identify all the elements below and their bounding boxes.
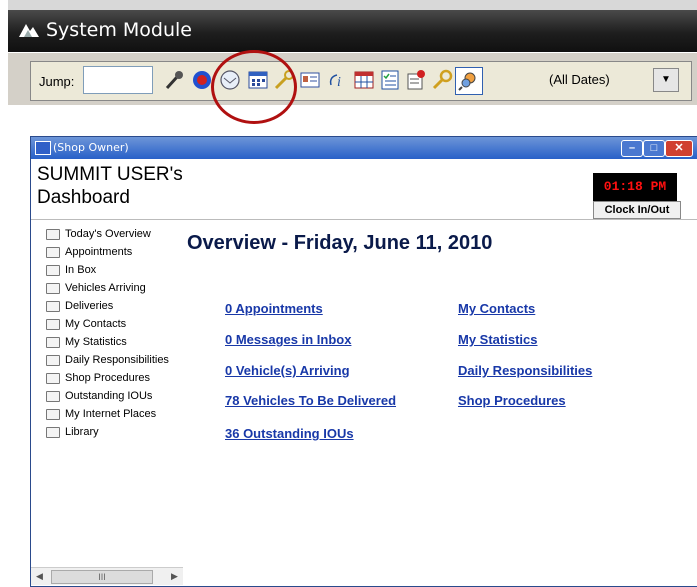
sidebar-item-label: Shop Procedures [65,372,150,384]
background-strip [8,0,697,10]
link-daily-responsibilities[interactable]: Daily Responsibilities [458,363,592,378]
dashboard-window: (Shop Owner) – □ ✕ SUMMIT USER's Dashboa… [30,136,697,587]
sidebar-item-vehicles-arriving[interactable]: Vehicles Arriving [46,279,146,297]
dashboard-title: SUMMIT USER's Dashboard [37,163,183,209]
sidebar-item-deliveries[interactable]: Deliveries [46,297,113,315]
folder-icon [46,282,60,294]
sidebar-item-appointments[interactable]: Appointments [46,243,132,261]
link-vehicles-arriving[interactable]: 0 Vehicle(s) Arriving [225,363,350,378]
sidebar-item-label: My Internet Places [65,408,157,420]
scroll-right-icon[interactable]: ▶ [171,571,178,582]
card-icon[interactable] [297,67,323,93]
chevron-down-icon[interactable]: ▼ [653,68,679,92]
sidebar-item-label: In Box [65,264,97,276]
minimize-icon[interactable]: – [621,140,643,157]
folder-icon [46,408,60,420]
maximize-icon[interactable]: □ [643,140,665,157]
sidebar-item-todays-overview[interactable]: Today's Overview [46,225,151,243]
svg-text:i: i [337,75,341,90]
sidebar-item-label: Today's Overview [65,228,151,240]
info-icon[interactable]: i [325,67,351,93]
jump-input[interactable] [83,66,153,94]
scroll-left-icon[interactable]: ◀ [36,571,43,582]
sidebar-item-label: Outstanding IOUs [65,390,153,402]
link-vehicles-delivered[interactable]: 78 Vehicles To Be Delivered [225,393,396,408]
close-icon[interactable]: ✕ [665,140,693,157]
sidebar-item-my-internet-places[interactable]: My Internet Places [46,405,156,423]
app-title: System Module [46,19,192,41]
folder-icon [46,246,60,258]
notepad-icon[interactable] [403,67,429,93]
sidebar-item-my-statistics[interactable]: My Statistics [46,333,127,351]
dashboard-title-line1: SUMMIT USER's [37,164,183,185]
sidebar-item-my-contacts[interactable]: My Contacts [46,315,126,333]
folder-icon [46,300,60,312]
link-shop-procedures[interactable]: Shop Procedures [458,393,566,408]
sidebar-item-label: Library [65,426,99,438]
folder-icon [46,372,60,384]
sidebar-item-label: Vehicles Arriving [65,282,146,294]
search-icon[interactable] [455,67,483,95]
folder-icon [46,336,60,348]
folder-icon [46,390,60,402]
sidebar-item-label: Appointments [65,246,133,258]
folder-icon [46,264,60,276]
sidebar-item-in-box[interactable]: In Box [46,261,96,279]
toolbar-inner: Jump: i (All Dates) ▼ [30,61,692,101]
folder-icon [46,426,60,438]
link-outstanding-ious[interactable]: 36 Outstanding IOUs [225,426,354,441]
sidebar-item-daily-responsibilities[interactable]: Daily Responsibilities [46,351,169,369]
sidebar-item-label: Deliveries [65,300,114,312]
date-filter-select[interactable]: (All Dates) ▼ [541,66,681,94]
app-title-bar: System Module [8,10,697,52]
clock-display: 01:18 PM [593,173,677,201]
sidebar-item-library[interactable]: Library [46,423,99,441]
highlight-circle [211,50,297,124]
sidebar-item-outstanding-ious[interactable]: Outstanding IOUs [46,387,152,405]
link-my-statistics[interactable]: My Statistics [458,332,537,347]
window-title-bar: (Shop Owner) – □ ✕ [31,137,697,159]
checklist-icon[interactable] [377,67,403,93]
horizontal-scrollbar[interactable]: ◀ III ▶ [31,567,183,585]
folder-icon [46,228,60,240]
link-appointments[interactable]: 0 Appointments [225,301,323,316]
dashboard-title-line2: Dashboard [37,187,130,208]
pin-icon[interactable] [161,67,187,93]
sidebar-item-label: My Statistics [65,336,127,348]
sidebar-item-label: My Contacts [65,318,127,330]
folder-icon [46,354,60,366]
sidebar-item-label: Daily Responsibilities [65,354,169,366]
clock-in-out-button[interactable]: Clock In/Out [593,201,681,219]
keys-icon[interactable] [429,67,455,93]
link-messages-inbox[interactable]: 0 Messages in Inbox [225,332,351,347]
window-icon [35,141,51,155]
sidebar: Today's Overview Appointments In Box Veh… [31,221,181,566]
window-title: (Shop Owner) [53,141,129,154]
link-my-contacts[interactable]: My Contacts [458,301,535,316]
folder-icon [46,318,60,330]
toolbar: Jump: i (All Dates) ▼ [8,52,697,105]
jump-label: Jump: [39,74,75,89]
page-title: Overview - Friday, June 11, 2010 [187,232,493,254]
date-filter-value: (All Dates) [549,72,610,87]
sidebar-item-shop-procedures[interactable]: Shop Procedures [46,369,150,387]
mountain-logo-icon [19,24,39,37]
grid-icon[interactable] [351,67,377,93]
scrollbar-thumb[interactable]: III [51,570,153,584]
